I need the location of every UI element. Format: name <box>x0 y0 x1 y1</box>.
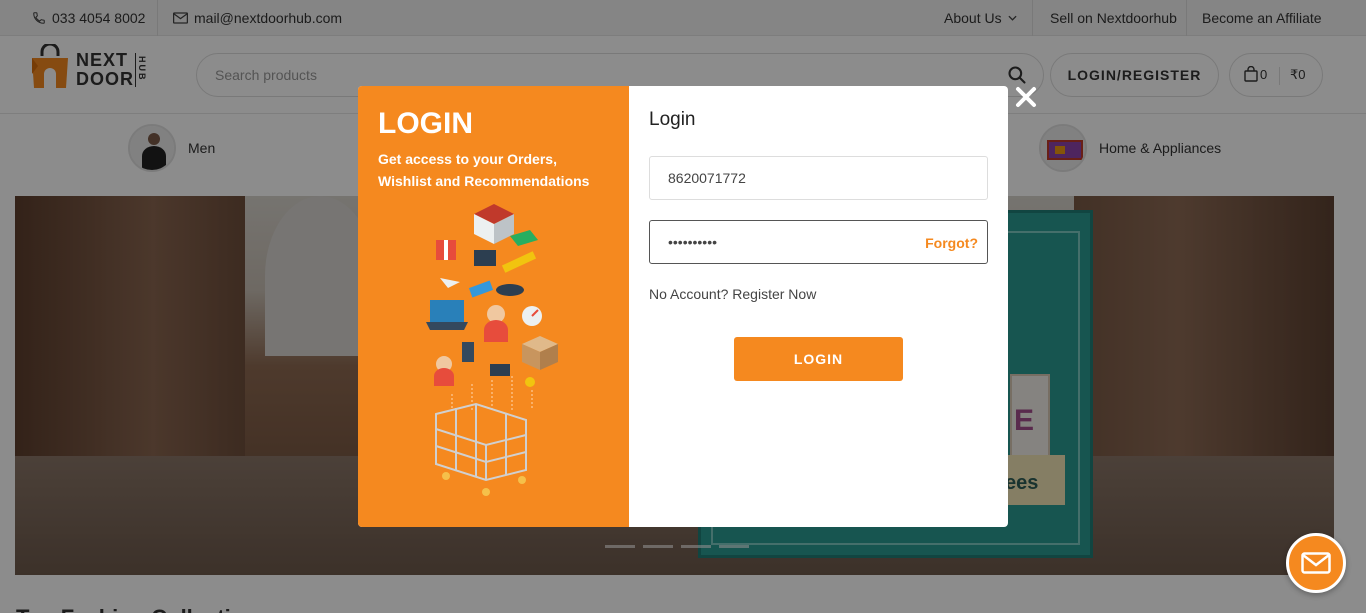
register-link[interactable]: No Account? Register Now <box>649 286 816 302</box>
promo-title: LOGIN <box>378 107 473 140</box>
phone-input[interactable] <box>668 157 928 199</box>
promo-subtitle: Get access to your Orders, Wishlist and … <box>378 151 590 189</box>
login-promo-panel: LOGIN Get access to your Orders, Wishlis… <box>358 86 629 527</box>
login-form-title: Login <box>649 109 696 130</box>
phone-field <box>649 156 988 200</box>
shopping-illustration <box>426 204 558 496</box>
password-input[interactable] <box>668 221 928 263</box>
password-field: Forgot? <box>649 220 988 264</box>
close-icon[interactable] <box>1013 84 1039 110</box>
forgot-password-link[interactable]: Forgot? <box>925 235 978 251</box>
login-modal: LOGIN Get access to your Orders, Wishlis… <box>358 86 1008 527</box>
contact-mail-button[interactable] <box>1286 533 1346 593</box>
login-form-panel: Login Forgot? No Account? Register Now L… <box>629 86 1008 527</box>
login-button[interactable]: LOGIN <box>734 337 903 381</box>
envelope-icon <box>1301 552 1331 574</box>
